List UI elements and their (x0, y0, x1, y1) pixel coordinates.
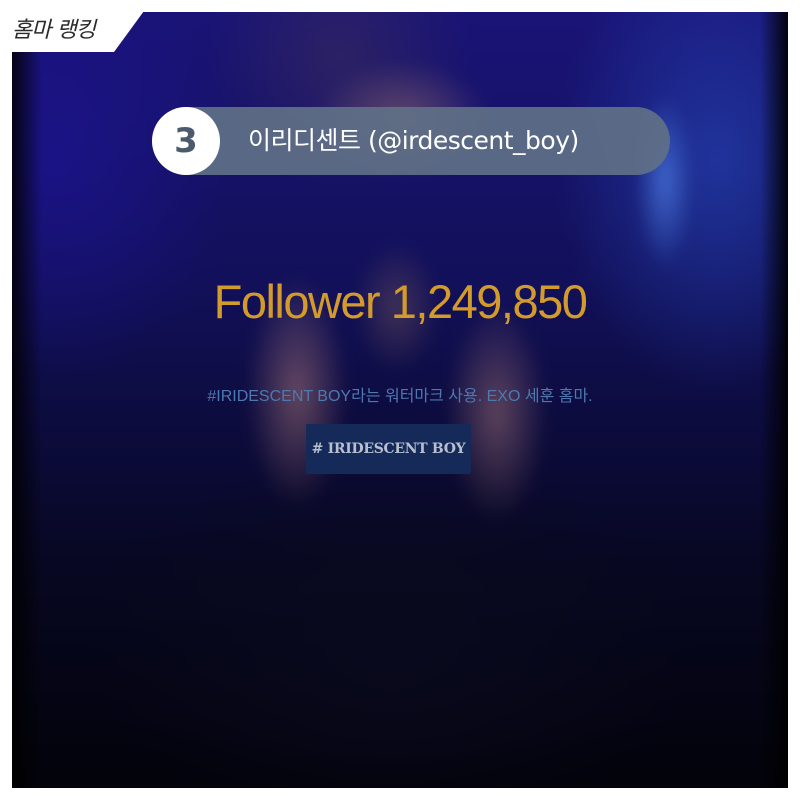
watermark-sample: # IRIDESCENT BOY (306, 424, 471, 474)
ranking-card: 3 이리디센트 (@irdescent_boy) Follower 1,249,… (12, 12, 788, 788)
account-name: 이리디센트 (@irdescent_boy) (248, 126, 579, 155)
rank-pill: 3 이리디센트 (@irdescent_boy) (152, 107, 670, 175)
follower-count: Follower 1,249,850 (213, 275, 588, 328)
category-tag: 홈마 랭킹 (12, 18, 96, 43)
rank-number-badge: 3 (152, 107, 220, 175)
account-description: #IRIDESCENT BOY라는 워터마크 사용. EXO 세훈 홈마. (207, 388, 593, 405)
